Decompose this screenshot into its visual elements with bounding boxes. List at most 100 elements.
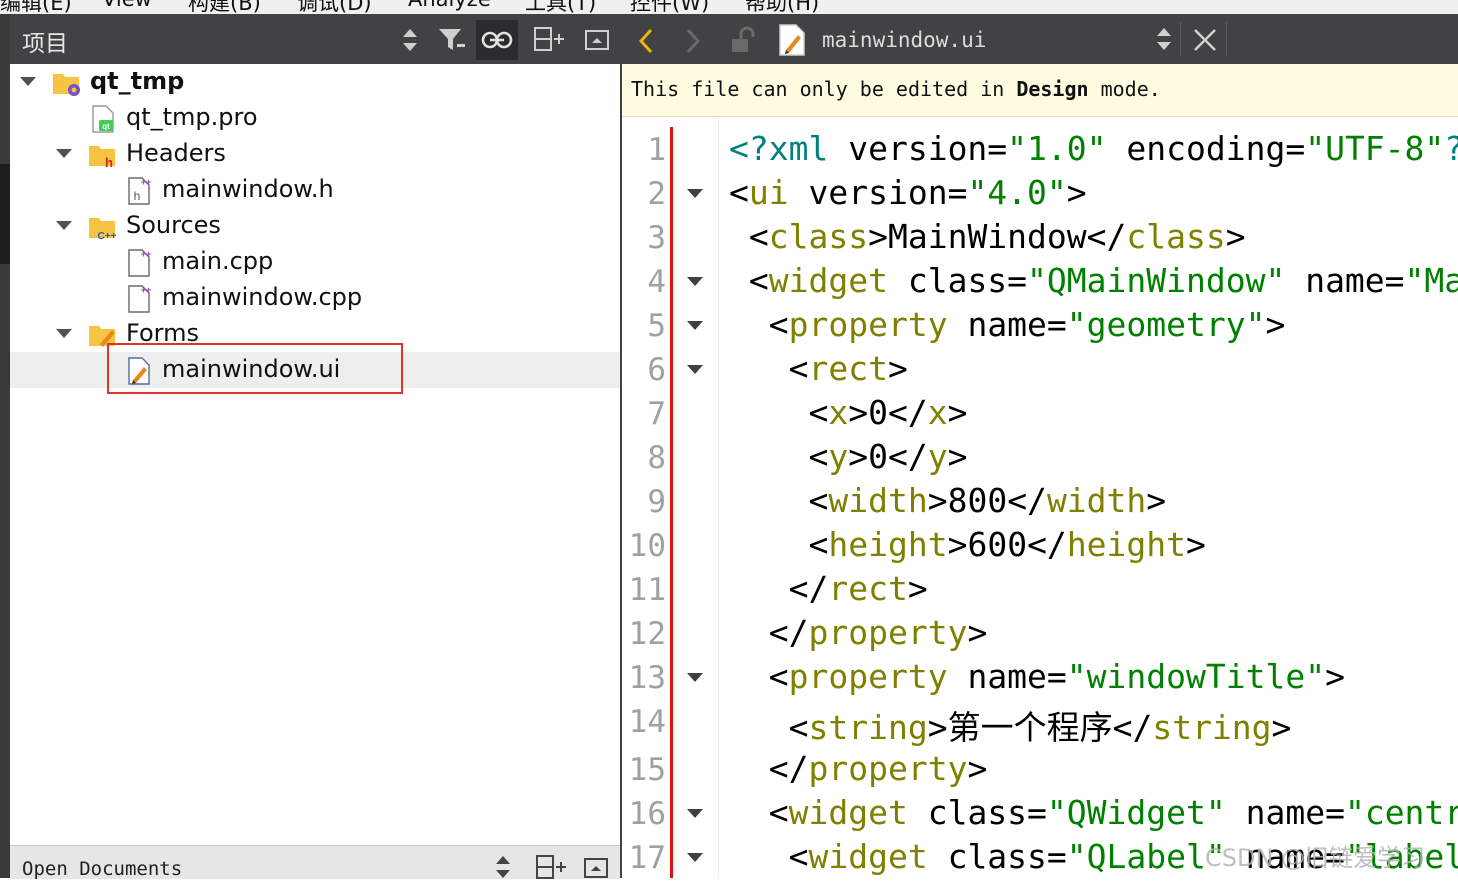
menu-item[interactable]: 工具(T) (525, 0, 596, 14)
code-line[interactable]: <widget class="QWidget" name="centralwid… (729, 793, 1458, 832)
code-line[interactable]: <string>第一个程序</string> (729, 701, 1292, 749)
code-token: version= (788, 173, 968, 212)
ui-file-icon (777, 23, 807, 61)
code-line[interactable]: <widget class="QMainWindow" name="MainWi… (729, 261, 1458, 300)
code-token: class= (887, 261, 1028, 300)
code-line[interactable]: <width>800</width> (729, 481, 1166, 520)
close-document-icon[interactable] (1192, 27, 1218, 57)
document-dropdown-icon[interactable] (1154, 26, 1174, 56)
code-line[interactable]: <?xml version="1.0" encoding="UTF-8"?> (729, 129, 1458, 168)
code-token: > (1146, 481, 1167, 520)
code-line[interactable]: <height>600</height> (729, 525, 1206, 564)
menu-item[interactable]: 帮助(H) (745, 0, 819, 14)
code-token: < (729, 173, 749, 212)
code-editor[interactable]: <?xml version="1.0" encoding="UTF-8"?> <u… (719, 117, 1458, 878)
split-add-icon[interactable] (528, 20, 570, 60)
code-token: > (1186, 525, 1206, 564)
watermark: CSDN @旧链爱学习 (1205, 844, 1426, 872)
fold-arrow-icon[interactable] (687, 853, 703, 862)
sort-updown-icon[interactable] (389, 20, 431, 60)
code-token: name= (1285, 261, 1405, 300)
code-token: "geometry" (1066, 305, 1266, 344)
fold-arrow-icon[interactable] (687, 277, 703, 286)
code-line[interactable]: <class>MainWindow</class> (729, 217, 1246, 256)
fold-arrow-icon[interactable] (687, 189, 703, 198)
info-message: This file can only be edited in Design m… (631, 77, 1161, 101)
code-token: property (788, 305, 948, 344)
code-token: width (828, 481, 928, 520)
tree-item-mainwindow-cpp[interactable]: ++ mainwindow.cpp (10, 280, 620, 316)
fold-arrow-icon[interactable] (687, 809, 703, 818)
info-text-prefix: This file can only be edited in (631, 77, 1017, 101)
sort-updown-icon[interactable] (493, 854, 513, 884)
expand-arrow-icon[interactable] (56, 329, 72, 338)
code-token: < (788, 837, 809, 876)
code-line[interactable]: <rect> (729, 349, 908, 388)
code-token: </ (1112, 708, 1153, 747)
code-token: </ (1007, 481, 1047, 520)
tree-item-headers[interactable]: h Headers (10, 136, 620, 172)
expand-arrow-icon[interactable] (20, 77, 36, 86)
code-token: > (1325, 657, 1345, 696)
code-line[interactable]: </property> (729, 613, 988, 652)
tree-item-sources[interactable]: C++ Sources (10, 208, 620, 244)
code-token: <? (729, 129, 769, 168)
line-number: 4 (647, 264, 666, 300)
code-token: MainWindow (887, 217, 1087, 256)
close-pane-icon[interactable] (583, 856, 609, 884)
code-token: class (1126, 217, 1226, 256)
expand-arrow-icon[interactable] (56, 221, 72, 230)
tree-item-mainwindow-h[interactable]: h ++ mainwindow.h (10, 172, 620, 208)
code-token: < (788, 708, 809, 747)
info-text-suffix: mode. (1088, 77, 1161, 101)
code-token: 0 (868, 393, 888, 432)
fold-arrow-icon[interactable] (687, 365, 703, 374)
code-token: > (848, 437, 869, 476)
forward-arrow-icon[interactable] (683, 27, 703, 59)
tree-item-qt-tmp-pro[interactable]: qt qt_tmp.pro (10, 100, 620, 136)
code-line[interactable]: <property name="geometry"> (729, 305, 1286, 344)
code-token: "UTF-8" (1305, 129, 1445, 168)
link-sync-icon[interactable] (476, 20, 518, 60)
code-token: "centralwidget" (1344, 793, 1458, 832)
expand-arrow-icon[interactable] (56, 149, 72, 158)
code-token: > (887, 349, 908, 388)
header-file-icon: h ++ (124, 176, 154, 206)
code-token: 600 (967, 525, 1028, 564)
code-token: > (967, 749, 988, 788)
code-token: </ (1086, 217, 1127, 256)
menu-item[interactable]: 编辑(E) (0, 0, 72, 14)
tree-item-main-cpp[interactable]: ++ main.cpp (10, 244, 620, 280)
code-line[interactable]: <property name="windowTitle"> (729, 657, 1345, 696)
menu-item[interactable]: 构建(B) (188, 0, 261, 14)
menu-item[interactable]: 调试(D) (297, 0, 372, 14)
tree-item-qt-tmp[interactable]: qt_tmp (10, 64, 620, 100)
code-line[interactable]: </rect> (729, 569, 928, 608)
fold-arrow-icon[interactable] (687, 321, 703, 330)
headers-folder-icon: h (88, 140, 118, 170)
close-pane-icon[interactable] (576, 20, 618, 60)
menu-item[interactable]: Analyze (408, 0, 491, 11)
code-line[interactable]: <y>0</y> (729, 437, 967, 476)
lock-icon[interactable] (729, 26, 757, 58)
code-line[interactable]: <ui version="4.0"> (729, 173, 1087, 212)
back-arrow-icon[interactable] (636, 27, 656, 59)
fold-arrow-icon[interactable] (687, 673, 703, 682)
code-token: "QMainWindow" (1027, 261, 1286, 300)
menu-item[interactable]: 控件(W) (630, 0, 709, 14)
editor-file-name[interactable]: mainwindow.ui (822, 28, 986, 52)
filter-icon[interactable] (431, 20, 473, 60)
code-line[interactable]: <x>0</x> (729, 393, 967, 432)
menu-item[interactable]: View (102, 0, 152, 11)
tree-item-label: Headers (126, 139, 226, 167)
split-add-icon[interactable] (535, 854, 567, 886)
svg-text:++: ++ (141, 249, 152, 259)
code-line[interactable]: </property> (729, 749, 988, 788)
